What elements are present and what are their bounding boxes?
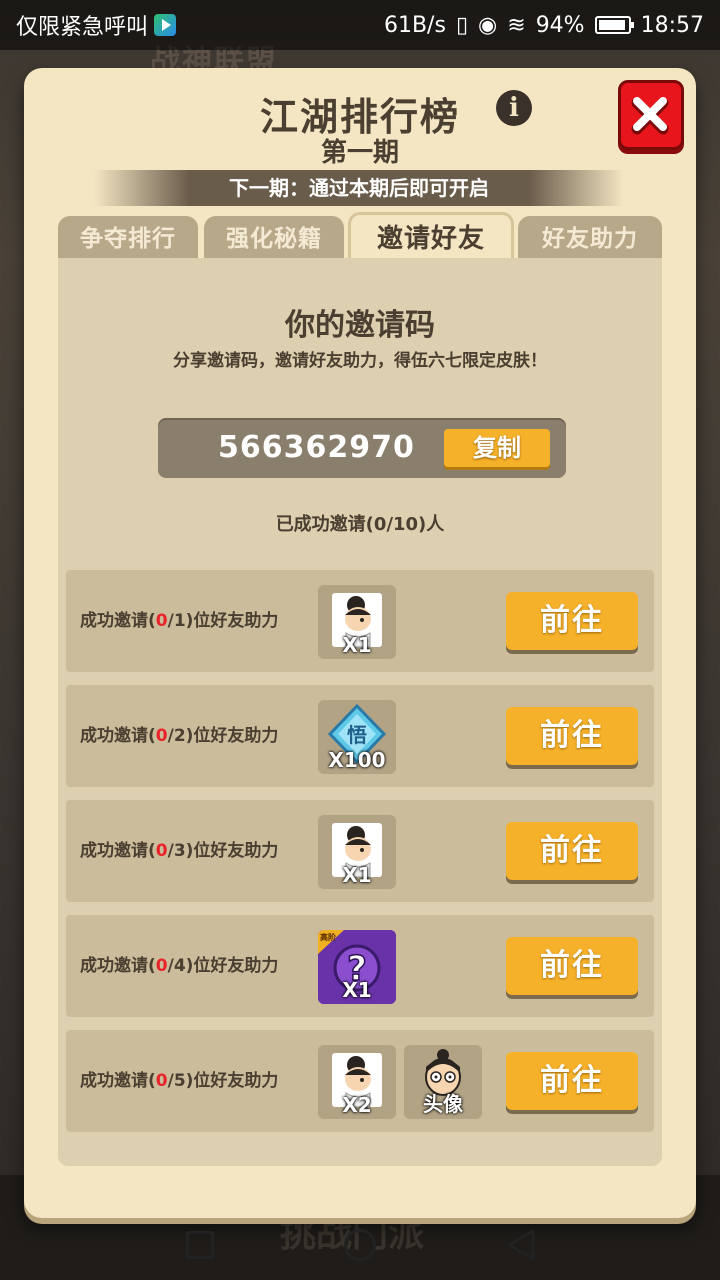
clock: 18:57 [640,12,704,38]
tab-friend-assist[interactable]: 好友助力 [518,216,662,262]
next-period-notice: 下一期：通过本期后即可开启 [94,170,624,206]
reward-slot: 悟 X100 [318,700,396,774]
go-button[interactable]: 前往 [506,1052,638,1110]
task-label: 成功邀请(0/5)位好友助力 [80,1071,279,1091]
tab-strengthen[interactable]: 强化秘籍 [204,216,344,262]
invite-success-count: 已成功邀请(0/10)人 [275,514,445,535]
eye-icon: ◉ [478,12,498,38]
recent-apps-button[interactable] [186,1231,214,1259]
task-row: 成功邀请(0/3)位好友助力 X1 前往 [66,800,654,902]
tab-ranking[interactable]: 争夺排行 [58,216,198,262]
go-button[interactable]: 前往 [506,937,638,995]
invite-code-title: 你的邀请码 [285,308,435,343]
task-row: 成功邀请(0/2)位好友助力 悟 X100 前往 [66,685,654,787]
invite-code-box: 566362970 复制 [158,418,566,478]
reward-slot: 头像 [404,1045,482,1119]
task-row: 成功邀请(0/5)位好友助力 X2 头像 前往 [66,1030,654,1132]
net-speed: 61B/s [383,12,446,38]
svg-text:高阶: 高阶 [320,932,336,942]
task-row: 成功邀请(0/4)位好友助力 ? 高阶 X1 前往 [66,915,654,1017]
reward-quantity: X2 [342,1093,372,1117]
modal-subtitle: 第一期 [320,138,399,168]
reward-slot: X2 [318,1045,396,1119]
reward-slot: ? 高阶 X1 [318,930,396,1004]
reward-quantity: X100 [328,748,386,772]
back-button[interactable] [505,1228,537,1262]
battery-percent: 94% [535,12,585,38]
close-icon [631,97,669,135]
tab-bar: 争夺排行 强化秘籍 邀请好友 好友助力 [58,212,662,262]
copy-button[interactable]: 复制 [444,429,550,467]
info-icon[interactable]: i [496,90,532,126]
carrier-text: 仅限紧急呼叫 [16,15,149,40]
task-label: 成功邀请(0/4)位好友助力 [80,956,279,976]
reward-slot: X1 [318,815,396,889]
invite-panel: 你的邀请码 分享邀请码，邀请好友助力，得伍六七限定皮肤！ 566362970 复… [58,258,662,1166]
task-label: 成功邀请(0/1)位好友助力 [80,611,279,631]
ranking-modal: 江湖排行榜 i 第一期 下一期：通过本期后即可开启 争夺排行 强化秘籍 邀请好友… [24,68,696,1218]
status-bar: 仅限紧急呼叫 61B/s ▯ ◉ ≋ 94% 18:57 [0,0,720,50]
reward-quantity: X1 [342,633,372,657]
invite-code-value: 566362970 [218,430,415,465]
reward-quantity: X1 [342,863,372,887]
wifi-icon: ≋ [507,12,526,38]
invite-description: 分享邀请码，邀请好友助力，得伍六七限定皮肤！ [173,351,547,371]
reward-slot: X1 [318,585,396,659]
go-button[interactable]: 前往 [506,822,638,880]
home-button[interactable] [344,1229,376,1261]
svg-text:悟: 悟 [347,723,367,747]
task-row: 成功邀请(0/1)位好友助力 X1 前往 [66,570,654,672]
task-label: 成功邀请(0/3)位好友助力 [80,841,279,861]
vibrate-icon: ▯ [455,12,469,38]
tab-invite-friends[interactable]: 邀请好友 [348,212,514,262]
play-store-icon [154,14,177,36]
navigation-bar [0,1212,720,1280]
go-button[interactable]: 前往 [506,592,638,650]
reward-quantity: 头像 [423,1092,463,1116]
reward-quantity: X1 [342,978,372,1002]
battery-icon [594,16,634,34]
task-label: 成功邀请(0/2)位好友助力 [80,726,279,746]
go-button[interactable]: 前往 [506,707,638,765]
